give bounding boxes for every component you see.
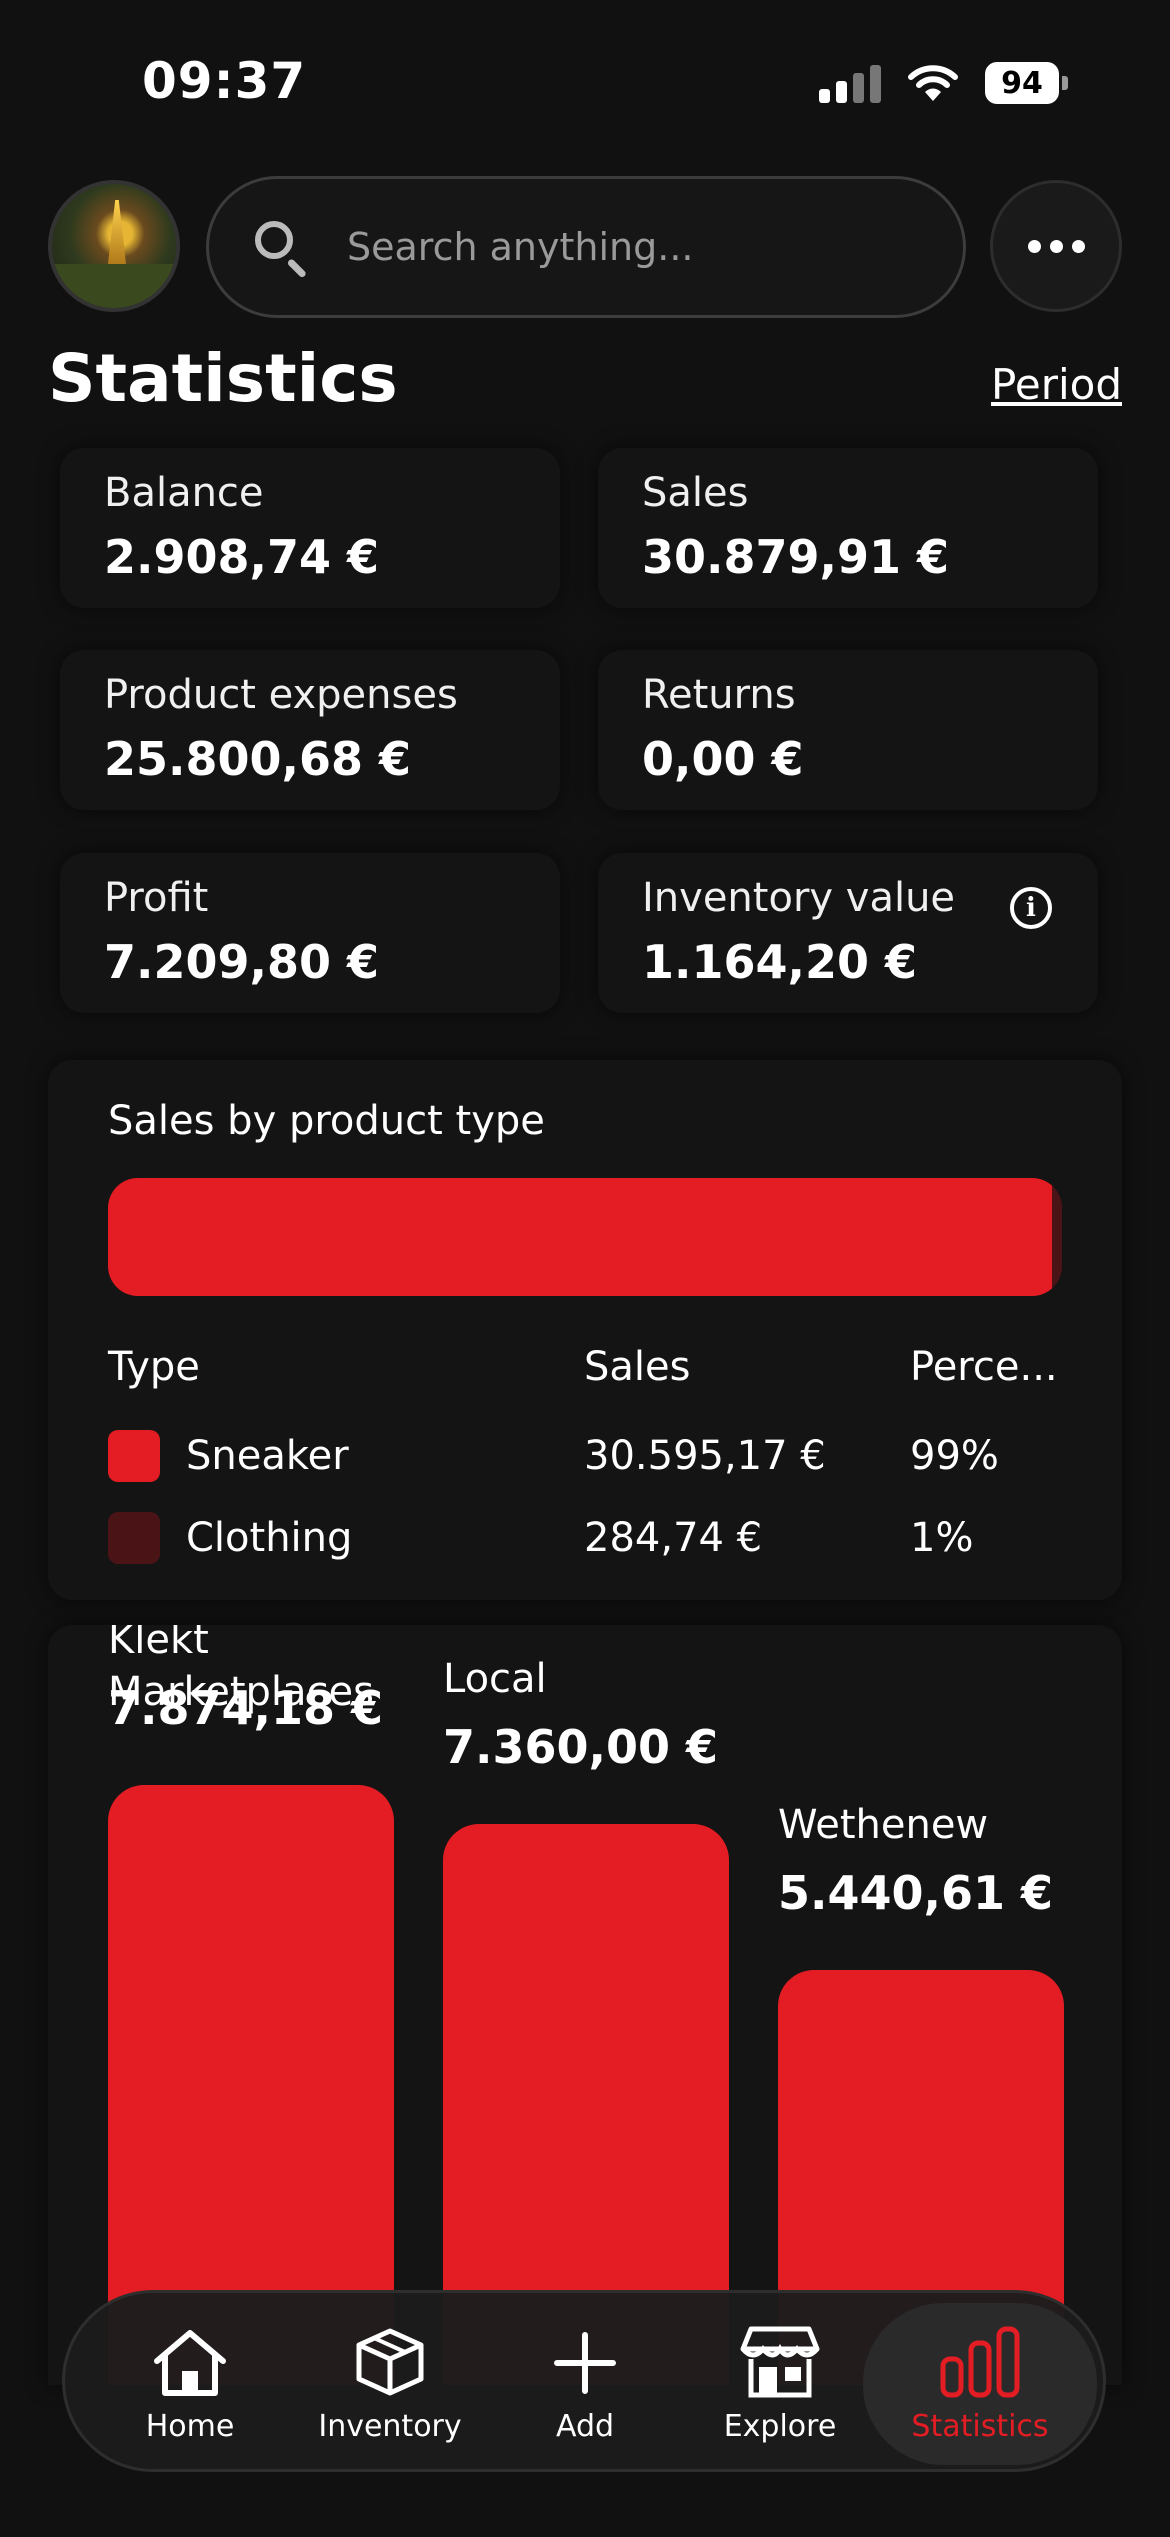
page-title: Statistics: [48, 340, 398, 417]
marketplaces-card: Marketplaces Klekt 7.874,18 € Local 7.36…: [48, 1625, 1122, 2385]
stat-value: 0,00 €: [642, 732, 804, 786]
search-bar[interactable]: [206, 176, 966, 318]
dot-icon: [1071, 239, 1085, 253]
table-header: Type Sales Perce...: [108, 1344, 1070, 1390]
section-title: Sales by product type: [108, 1098, 545, 1144]
sales-share-bar: [108, 1178, 1062, 1296]
search-icon: [251, 217, 311, 279]
type-name: Sneaker: [186, 1433, 349, 1479]
type-name: Clothing: [186, 1515, 353, 1561]
stat-card-returns: Returns 0,00 €: [598, 650, 1098, 810]
stat-card-balance: Balance 2.908,74 €: [60, 448, 560, 608]
stat-label: Inventory value: [642, 875, 956, 921]
column-header-sales: Sales: [584, 1344, 691, 1390]
battery-level: 94: [985, 62, 1059, 104]
marketplace-value: 7.360,00 €: [443, 1720, 719, 1774]
stat-value: 2.908,74 €: [104, 530, 380, 584]
marketplace-name: Wethenew: [778, 1802, 989, 1848]
status-indicators: 94: [819, 62, 1068, 104]
column-header-type: Type: [108, 1344, 200, 1390]
nav-item-statistics[interactable]: Statistics: [863, 2303, 1097, 2465]
type-sales: 284,74 €: [584, 1515, 763, 1561]
box-icon: [356, 2328, 424, 2395]
type-sales: 30.595,17 €: [584, 1433, 826, 1479]
stat-label: Returns: [642, 672, 796, 718]
sales-share-segment-sneaker: [108, 1178, 1053, 1296]
stat-value: 1.164,20 €: [642, 935, 918, 989]
table-row: Clothing 284,74 € 1%: [108, 1512, 1070, 1564]
nav-label: Home: [145, 2408, 235, 2444]
stat-label: Profit: [104, 875, 209, 921]
table-row: Sneaker 30.595,17 € 99%: [108, 1430, 1070, 1482]
stat-card-sales: Sales 30.879,91 €: [598, 448, 1098, 608]
nav-label: Add: [555, 2408, 615, 2444]
cellular-signal-icon: [819, 63, 881, 103]
wifi-icon: [908, 65, 958, 101]
sales-by-type-card: Sales by product type Type Sales Perce..…: [48, 1060, 1122, 1600]
home-icon: [154, 2329, 226, 2396]
marketplace-value: 5.440,61 €: [778, 1866, 1054, 1920]
stat-label: Balance: [104, 470, 264, 516]
stat-value: 25.800,68 €: [104, 732, 412, 786]
store-icon: [740, 2326, 820, 2397]
bottom-nav: Home Inventory Add Explore Statistics: [62, 2290, 1106, 2472]
stat-value: 7.209,80 €: [104, 935, 380, 989]
nav-label: Statistics: [911, 2408, 1049, 2444]
stat-card-product-expenses: Product expenses 25.800,68 €: [60, 650, 560, 810]
nav-item-home[interactable]: Home: [125, 2293, 255, 2475]
marketplace-column-local: Local 7.360,00 €: [443, 1656, 729, 1774]
marketplace-column-wethenew: Wethenew 5.440,61 €: [778, 1802, 1064, 1920]
stat-card-inventory-value: Inventory value 1.164,20 € i: [598, 853, 1098, 1013]
stat-label: Product expenses: [104, 672, 458, 718]
search-input[interactable]: [347, 225, 907, 269]
nav-item-add[interactable]: Add: [525, 2293, 645, 2475]
bar-chart-icon: [940, 2326, 1020, 2397]
nav-item-inventory[interactable]: Inventory: [305, 2293, 475, 2475]
type-percent: 1%: [910, 1515, 974, 1561]
nav-label: Explore: [723, 2408, 837, 2444]
stat-label: Sales: [642, 470, 749, 516]
marketplace-column-klekt: Klekt 7.874,18 €: [108, 1625, 394, 1735]
stat-value: 30.879,91 €: [642, 530, 950, 584]
more-options-button[interactable]: [990, 180, 1122, 312]
type-percent: 99%: [910, 1433, 999, 1479]
marketplace-value: 7.874,18 €: [108, 1681, 384, 1735]
period-link[interactable]: Period: [991, 360, 1122, 409]
column-header-percent: Perce...: [910, 1344, 1058, 1390]
plus-icon: [554, 2331, 616, 2394]
marketplace-name: Local: [443, 1656, 547, 1702]
nav-item-explore[interactable]: Explore: [715, 2293, 845, 2475]
info-icon[interactable]: i: [1010, 887, 1052, 929]
dot-icon: [1027, 239, 1041, 253]
legend-swatch: [108, 1512, 160, 1564]
avatar[interactable]: [48, 180, 180, 312]
marketplace-name: Klekt: [108, 1625, 209, 1663]
status-time: 09:37: [142, 52, 307, 110]
nav-label: Inventory: [318, 2408, 462, 2444]
legend-swatch: [108, 1430, 160, 1482]
stat-card-profit: Profit 7.209,80 €: [60, 853, 560, 1013]
sales-share-segment-clothing: [1052, 1178, 1062, 1296]
battery-icon: 94: [985, 62, 1068, 104]
dot-icon: [1049, 239, 1063, 253]
